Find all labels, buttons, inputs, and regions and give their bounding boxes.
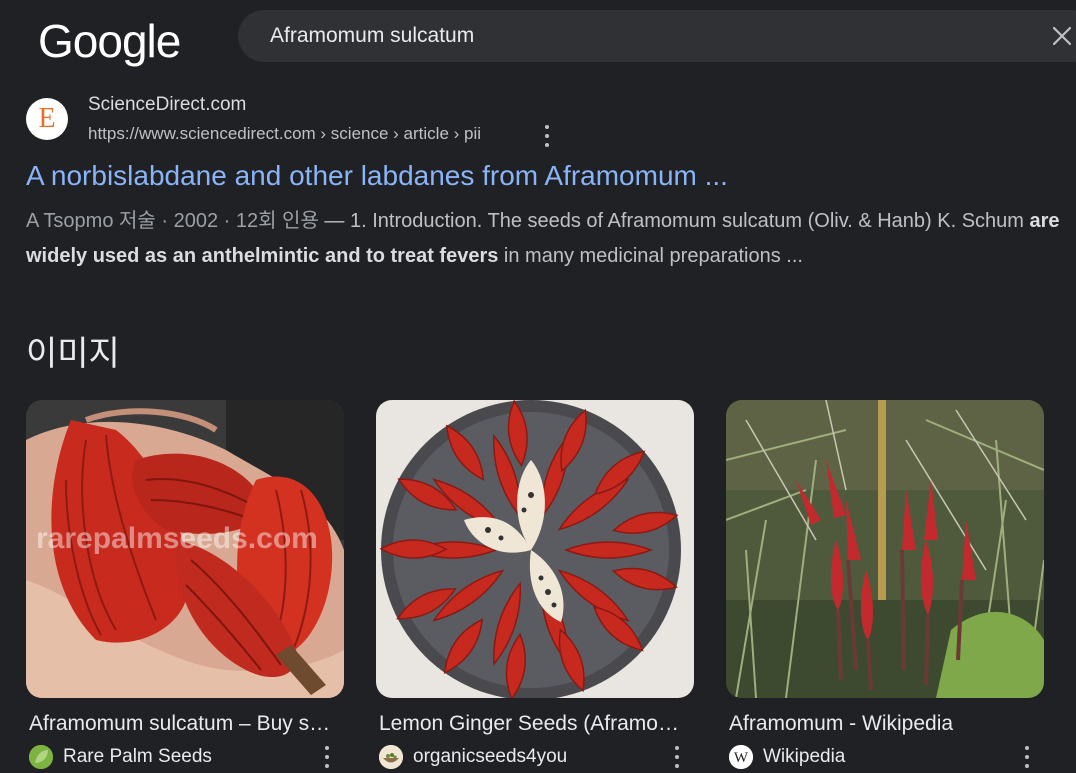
snippet-meta: A Tsopmo 저술 · 2002 · 12회 인용 <box>26 210 319 232</box>
snippet-text: — 1. Introduction. The seeds of Aframomu… <box>318 210 1030 232</box>
result-site-name[interactable]: ScienceDirect.com <box>88 94 246 116</box>
site-favicon[interactable]: E <box>26 98 68 140</box>
image-card[interactable]: rarepalmseeds.com Aframomum sulcatum – B… <box>26 400 344 769</box>
search-input[interactable]: Aframomum sulcatum <box>270 24 474 48</box>
image-source-name: Wikipedia <box>763 746 846 767</box>
image-card-title[interactable]: Aframomum - Wikipedia <box>726 712 1036 736</box>
watermark-text: rarepalmseeds.com <box>36 522 318 555</box>
google-logo[interactable]: Google <box>38 14 181 68</box>
card-more-options-icon[interactable] <box>324 746 330 768</box>
image-card-source[interactable]: Rare Palm Seeds <box>26 745 344 769</box>
favicon-letter: E <box>38 103 56 134</box>
svg-text:W: W <box>734 750 749 766</box>
close-icon[interactable] <box>1050 24 1074 48</box>
image-card-source[interactable]: W Wikipedia <box>726 745 1044 769</box>
seeds-plate-image <box>376 400 694 698</box>
image-card[interactable]: Lemon Ginger Seeds (Aframomum sulcatum) … <box>376 400 694 769</box>
card-more-options-icon[interactable] <box>1024 746 1030 768</box>
plant-in-grass-image <box>726 400 1044 698</box>
search-box[interactable]: Aframomum sulcatum <box>238 10 1076 62</box>
image-card-title[interactable]: Lemon Ginger Seeds (Aframomum sulcatum) <box>376 712 686 736</box>
image-card-source[interactable]: organicseeds4you <box>376 745 694 769</box>
fruit-in-hand-image: rarepalmseeds.com <box>26 400 344 698</box>
card-more-options-icon[interactable] <box>674 746 680 768</box>
result-more-options-icon[interactable] <box>544 125 550 147</box>
seed-bowl-icon <box>379 745 403 769</box>
image-card[interactable]: Aframomum - Wikipedia W Wikipedia <box>726 400 1044 769</box>
image-source-name: organicseeds4you <box>413 746 568 767</box>
result-url[interactable]: https://www.sciencedirect.com › science … <box>88 124 481 144</box>
image-thumbnail[interactable] <box>376 400 694 698</box>
search-results-page: Google Aframomum sulcatum E ScienceDirec… <box>0 0 1076 773</box>
result-title-link[interactable]: A norbislabdane and other labdanes from … <box>26 160 728 192</box>
wikipedia-w-icon: W <box>729 745 753 769</box>
result-snippet: A Tsopmo 저술 · 2002 · 12회 인용 — 1. Introdu… <box>26 204 1066 274</box>
image-source-name: Rare Palm Seeds <box>63 746 212 767</box>
image-thumbnail[interactable] <box>726 400 1044 698</box>
image-thumbnail[interactable]: rarepalmseeds.com <box>26 400 344 698</box>
image-card-title[interactable]: Aframomum sulcatum – Buy seeds at rarepa… <box>26 712 336 736</box>
images-section-title: 이미지 <box>26 334 120 374</box>
snippet-text-end: in many medicinal preparations ... <box>498 245 803 267</box>
green-leaf-icon <box>29 745 53 769</box>
